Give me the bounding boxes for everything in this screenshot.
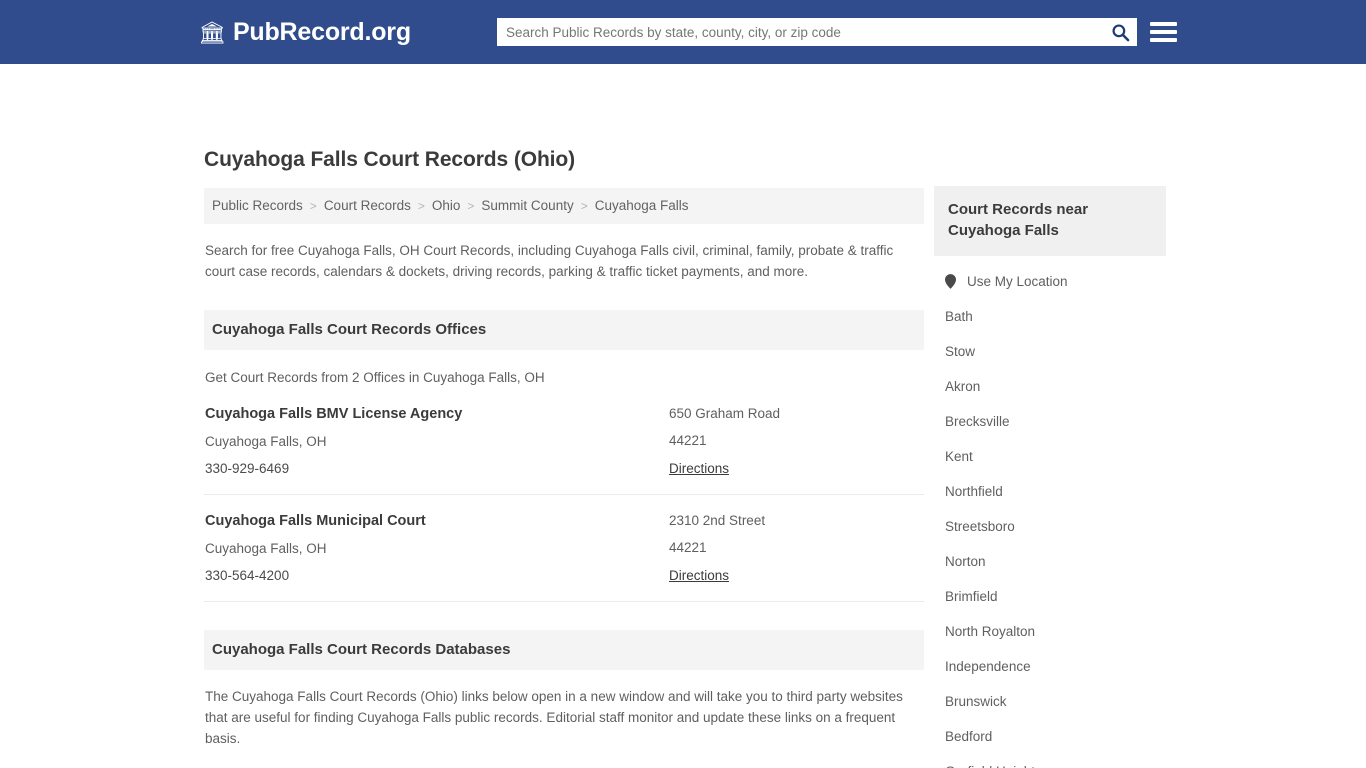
sidebar-item-north-royalton[interactable]: North Royalton bbox=[934, 614, 1166, 649]
databases-description: The Cuyahoga Falls Court Records (Ohio) … bbox=[205, 689, 903, 746]
brand-name: PubRecord.org bbox=[232, 17, 411, 46]
databases-section-heading: Cuyahoga Falls Court Records Databases bbox=[204, 630, 924, 670]
breadcrumb-separator: > bbox=[467, 198, 475, 213]
breadcrumb-separator: > bbox=[309, 198, 317, 213]
office-directions-link[interactable]: Directions bbox=[669, 568, 729, 583]
sidebar-item-label: Bath bbox=[945, 309, 973, 324]
breadcrumb-item-court-records[interactable]: Court Records bbox=[324, 198, 411, 213]
sidebar-item-label: Brimfield bbox=[945, 589, 998, 604]
sidebar-item-northfield[interactable]: Northfield bbox=[934, 474, 1166, 509]
sidebar-item-label: Kent bbox=[945, 449, 973, 464]
breadcrumb-separator: > bbox=[580, 198, 588, 213]
office-city-state: Cuyahoga Falls, OH bbox=[205, 434, 327, 449]
nearby-locations-list: Use My Location Bath Stow Akron Brecksville K… bbox=[934, 256, 1166, 768]
sidebar-item-label: Brunswick bbox=[945, 694, 1007, 709]
sidebar-item-garfield-heights[interactable]: Garfield Heights bbox=[934, 754, 1166, 768]
sidebar-item-label: Streetsboro bbox=[945, 519, 1015, 534]
intro-paragraph: Search for free Cuyahoga Falls, OH Court… bbox=[205, 243, 894, 279]
sidebar-item-label: Brecksville bbox=[945, 414, 1010, 429]
hamburger-bar bbox=[1150, 30, 1177, 34]
search-bar bbox=[497, 18, 1137, 46]
search-button[interactable] bbox=[1103, 18, 1137, 46]
office-city-state: Cuyahoga Falls, OH bbox=[205, 541, 327, 556]
hamburger-bar bbox=[1150, 38, 1177, 42]
breadcrumb: Public Records > Court Records > Ohio > Summit… bbox=[204, 188, 924, 224]
offices-section-heading: Cuyahoga Falls Court Records Offices bbox=[204, 310, 924, 350]
sidebar-item-streetsboro[interactable]: Streetsboro bbox=[934, 509, 1166, 544]
sidebar-item-kent[interactable]: Kent bbox=[934, 439, 1166, 474]
sidebar-item-akron[interactable]: Akron bbox=[934, 369, 1166, 404]
sidebar-item-label: Garfield Heights bbox=[945, 764, 1042, 768]
sidebar-item-label: Independence bbox=[945, 659, 1031, 674]
office-phone[interactable]: 330-929-6469 bbox=[205, 461, 669, 476]
search-input[interactable] bbox=[497, 19, 1103, 45]
sidebar-item-label: North Royalton bbox=[945, 624, 1036, 639]
office-left-column: Cuyahoga Falls Municipal Court Cuyahoga F… bbox=[204, 513, 669, 585]
sidebar-item-use-my-location[interactable]: Use My Location bbox=[934, 256, 1166, 299]
office-entry: Cuyahoga Falls BMV License Agency Cuyahog… bbox=[204, 388, 924, 495]
page-title: Cuyahoga Falls Court Records (Ohio) bbox=[204, 148, 576, 171]
office-name: Cuyahoga Falls BMV License Agency bbox=[205, 406, 463, 422]
sidebar-item-norton[interactable]: Norton bbox=[934, 544, 1166, 579]
office-entry: Cuyahoga Falls Municipal Court Cuyahoga F… bbox=[204, 495, 924, 602]
sidebar-heading: Court Records near Cuyahoga Falls bbox=[934, 186, 1166, 256]
breadcrumb-separator: > bbox=[417, 198, 425, 213]
sidebar-item-label: Stow bbox=[945, 344, 976, 359]
office-left-column: Cuyahoga Falls BMV License Agency Cuyahog… bbox=[204, 406, 669, 478]
search-icon bbox=[1111, 23, 1129, 41]
sidebar-item-label: Akron bbox=[945, 379, 981, 394]
sidebar-item-label: Northfield bbox=[945, 484, 1003, 499]
office-zip: 44221 bbox=[669, 540, 707, 555]
offices-list: Cuyahoga Falls BMV License Agency Cuyahog… bbox=[204, 388, 924, 602]
sidebar-item-brunswick[interactable]: Brunswick bbox=[934, 684, 1166, 719]
hamburger-menu-icon[interactable] bbox=[1150, 19, 1177, 45]
office-zip: 44221 bbox=[669, 433, 707, 448]
hamburger-bar bbox=[1150, 22, 1177, 26]
breadcrumb-item-ohio[interactable]: Ohio bbox=[432, 198, 461, 213]
classical-building-icon: 🏛 bbox=[198, 20, 226, 45]
breadcrumb-item-cuyahoga-falls[interactable]: Cuyahoga Falls bbox=[595, 198, 689, 213]
sidebar-item-independence[interactable]: Independence bbox=[934, 649, 1166, 684]
office-name: Cuyahoga Falls Municipal Court bbox=[205, 513, 426, 529]
breadcrumb-item-summit-county[interactable]: Summit County bbox=[481, 198, 573, 213]
sidebar-item-brimfield[interactable]: Brimfield bbox=[934, 579, 1166, 614]
sidebar-item-bath[interactable]: Bath bbox=[934, 299, 1166, 334]
office-phone[interactable]: 330-564-4200 bbox=[205, 568, 669, 583]
office-right-column: 650 Graham Road 44221 Directions bbox=[669, 406, 924, 478]
office-right-column: 2310 2nd Street 44221 Directions bbox=[669, 513, 924, 585]
sidebar-item-label: Bedford bbox=[945, 729, 993, 744]
sidebar-item-stow[interactable]: Stow bbox=[934, 334, 1166, 369]
offices-count-note: Get Court Records from 2 Offices in Cuya… bbox=[205, 370, 545, 385]
map-pin-icon bbox=[945, 274, 956, 289]
site-header: 🏛 PubRecord.org bbox=[0, 0, 1366, 64]
sidebar: Court Records near Cuyahoga Falls Use My… bbox=[934, 186, 1166, 768]
site-logo-link[interactable]: 🏛 PubRecord.org bbox=[198, 18, 411, 47]
sidebar-item-bedford[interactable]: Bedford bbox=[934, 719, 1166, 754]
office-address: 2310 2nd Street bbox=[669, 513, 766, 528]
sidebar-item-label: Use My Location bbox=[967, 274, 1068, 289]
office-address: 650 Graham Road bbox=[669, 406, 781, 421]
sidebar-item-label: Norton bbox=[945, 554, 986, 569]
main-content: Cuyahoga Falls Court Records (Ohio) Publ… bbox=[204, 148, 924, 768]
sidebar-item-brecksville[interactable]: Brecksville bbox=[934, 404, 1166, 439]
office-directions-link[interactable]: Directions bbox=[669, 461, 729, 476]
breadcrumb-item-public-records[interactable]: Public Records bbox=[212, 198, 303, 213]
